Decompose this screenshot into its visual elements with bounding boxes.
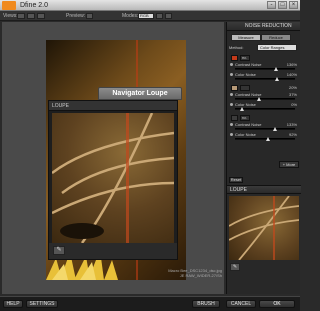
slider-value: 140% (286, 72, 297, 77)
slider-value: 0% (291, 102, 297, 107)
color-swatch[interactable] (231, 85, 238, 91)
bullet-icon (230, 63, 233, 66)
color-range-group-1: 8% Contrast Noise 136% Color Noise 140% (229, 54, 299, 82)
slider-track[interactable] (235, 68, 295, 70)
title-bar: Dfine 2.0 - □ × (0, 0, 300, 11)
wing-veins (52, 113, 174, 243)
slider-thumb[interactable] (272, 127, 277, 131)
contrast-noise-slider[interactable]: Contrast Noise 37% (229, 92, 299, 102)
slider-value: 136% (286, 62, 297, 67)
slider-label: Contrast Noise (235, 122, 262, 127)
cancel-button[interactable]: CANCEL (226, 300, 256, 308)
loupe-footer: ✎ (49, 243, 177, 259)
single-view-button[interactable] (17, 13, 25, 19)
slider-thumb[interactable] (275, 77, 279, 81)
contrast-noise-slider[interactable]: Contrast Noise 133% (229, 122, 299, 132)
navigator-loupe-title[interactable]: Navigator Loupe (98, 87, 182, 100)
swatch-row: 20% (229, 84, 299, 92)
loupe-panel-image[interactable] (229, 196, 299, 260)
navigator-loupe[interactable]: LOUPE ✎ (48, 100, 178, 260)
color-noise-slider[interactable]: Color Noise 0% (229, 102, 299, 112)
panel-title: NOISE REDUCTION (227, 22, 300, 31)
loupe-header: LOUPE (49, 101, 177, 111)
slider-value: 37% (288, 92, 297, 97)
swatch-row: 8% (229, 54, 299, 62)
noise-reduction-panel: NOISE REDUCTION Measure Reduce Method: C… (226, 22, 301, 294)
bullet-icon (230, 103, 233, 106)
slider-track[interactable] (235, 138, 295, 140)
bullet-icon (230, 73, 233, 76)
measure-tab[interactable]: Measure (231, 34, 261, 41)
color-noise-slider[interactable]: Color Noise 92% (229, 132, 299, 142)
reduce-tab[interactable]: Reduce (261, 34, 291, 41)
split-view-button[interactable] (27, 13, 35, 19)
contrast-noise-slider[interactable]: Contrast Noise 136% (229, 62, 299, 72)
hand-tool-icon[interactable] (156, 13, 163, 19)
slider-track[interactable] (235, 98, 295, 100)
settings-button[interactable]: SETTINGS (26, 300, 58, 308)
slider-label: Contrast Noise (235, 62, 262, 67)
slider-label: Color Noise (235, 132, 256, 137)
slider-thumb[interactable] (257, 97, 261, 101)
slider-value: 133% (286, 122, 297, 127)
method-label: Method: (229, 45, 244, 50)
more-button[interactable]: + More (279, 161, 299, 168)
pin-icon[interactable]: ✎ (230, 263, 240, 271)
file-path: JE RAW_WIDER-27/Sh (179, 273, 222, 278)
file-caption: Macro Bee_DSC1234_dsc.jpg JE RAW_WIDER-2… (142, 268, 222, 278)
zoom-tool-icon[interactable] (165, 13, 172, 19)
method-select[interactable]: Color Ranges (257, 44, 297, 51)
views-label: Views: (3, 13, 18, 19)
bullet-icon (230, 133, 233, 136)
loupe-image[interactable] (52, 113, 174, 243)
slider-track[interactable] (235, 128, 295, 130)
preview-checkbox[interactable] (86, 13, 93, 19)
side-by-side-view-button[interactable] (37, 13, 45, 19)
minimize-button[interactable]: - (267, 1, 276, 9)
swatch-value[interactable]: 6% (240, 115, 250, 121)
color-noise-slider[interactable]: Color Noise 140% (229, 72, 299, 82)
help-button[interactable]: HELP (3, 300, 23, 308)
ok-button[interactable]: OK (259, 300, 295, 308)
swatch-percent: 20% (288, 85, 297, 90)
slider-value: 92% (288, 132, 297, 137)
brush-button[interactable]: BRUSH (192, 300, 220, 308)
color-swatch[interactable] (231, 115, 238, 121)
close-button[interactable]: × (289, 1, 298, 9)
reset-button[interactable]: Reset (229, 177, 243, 183)
color-swatch[interactable] (231, 55, 238, 61)
slider-thumb[interactable] (273, 67, 278, 71)
bullet-icon (230, 93, 233, 96)
slider-thumb[interactable] (240, 107, 245, 111)
slider-track[interactable] (235, 78, 295, 80)
swatch-row: 6% (229, 114, 299, 122)
bullet-icon (230, 123, 233, 126)
app-logo (2, 1, 16, 10)
wing-veins (229, 196, 299, 260)
modes-label: Modes: (122, 13, 139, 19)
toolbar: Views: Preview: Modes: RGB (0, 11, 300, 21)
bottom-bar: HELP SETTINGS BRUSH CANCEL OK (0, 296, 300, 311)
slider-label: Color Noise (235, 102, 256, 107)
maximize-button[interactable]: □ (278, 1, 287, 9)
swatch-value[interactable] (240, 85, 250, 91)
loupe-panel-title: LOUPE (227, 185, 301, 194)
swatch-value[interactable]: 8% (240, 55, 250, 61)
modes-select[interactable]: RGB (138, 13, 154, 19)
preview-label: Preview: (66, 13, 86, 19)
app-title: Dfine 2.0 (20, 2, 49, 9)
slider-thumb[interactable] (266, 137, 270, 141)
slider-label: Color Noise (235, 72, 256, 77)
color-range-group-2: 20% Contrast Noise 37% Color Noise 0% (229, 84, 299, 112)
window-controls: - □ × (267, 1, 298, 9)
color-range-group-3: 6% Contrast Noise 133% Color Noise 92% (229, 114, 299, 142)
pin-icon[interactable]: ✎ (53, 246, 65, 255)
preview-area[interactable]: Macro Bee_DSC1234_dsc.jpg JE RAW_WIDER-2… (2, 22, 224, 294)
